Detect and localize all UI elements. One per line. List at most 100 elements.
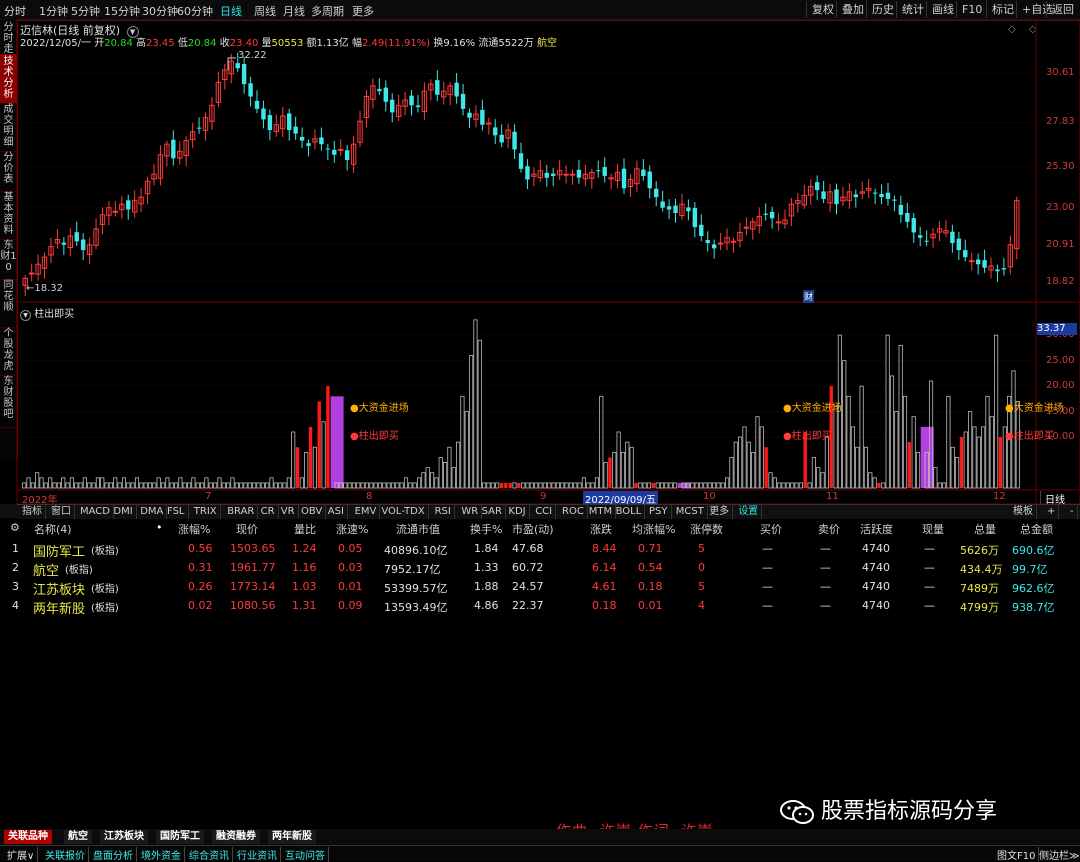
indicator-tab-窗口[interactable]: 窗口 [48,505,75,519]
indicator-tab-right-1[interactable]: + [1044,505,1060,519]
indicator-bar [547,482,552,489]
table-row[interactable]: 3 江苏板块 (板指) 0.26 1773.14 1.03 0.01 53399.57亿 1.8… [0,578,1080,598]
bottom-tab-5[interactable]: 两年新股 [268,830,316,844]
column-header[interactable]: 总金额 [1020,521,1053,537]
indicator-bar [664,482,669,489]
column-header[interactable]: 涨停数 [690,521,723,537]
indicator-bar [642,482,647,489]
column-header[interactable]: 涨幅% [178,521,210,537]
indicator-bar [586,482,591,489]
indicator-tab-boll[interactable]: BOLL [613,505,646,519]
cell-speed: 0.09 [338,599,363,612]
news-marker-text: 财 [804,293,814,303]
indicator-tab-dma[interactable]: DMA [137,505,168,519]
indicator-bar [35,472,40,489]
indicator-tab-vr[interactable]: VR [278,505,299,519]
candle [569,169,576,185]
indicator-bar [612,451,617,489]
candle [892,195,897,212]
row-name[interactable]: 两年新股 [33,598,85,617]
kline-chart[interactable] [0,0,1080,520]
indicator-tab-设置[interactable]: 设置 [735,505,763,519]
column-header[interactable]: 买价 [760,521,782,537]
column-header[interactable]: 卖价 [818,521,840,537]
column-header[interactable]: 名称(4) [34,521,72,537]
indicator-tab-fsl[interactable]: FSL [164,505,189,519]
candle [930,228,936,248]
indicator-tab-cci[interactable]: CCI [532,505,557,519]
indicator-tab-rsi[interactable]: RSI [432,505,455,519]
indicator-tab-macd[interactable]: MACD [77,505,114,519]
indicator-bar [91,482,96,489]
row-name[interactable]: 国防军工 [33,541,85,560]
indicator-bar [26,477,31,489]
table-row[interactable]: 4 两年新股 (板指) 0.02 1080.56 1.31 0.09 13593.49亿 4.8… [0,597,1080,617]
candle [112,200,119,217]
candle [795,193,801,213]
indicator-bar [282,482,287,489]
candle [537,160,544,182]
column-header[interactable]: 换手% [470,521,502,537]
news-marker[interactable]: 财 [803,290,815,303]
column-header[interactable]: 涨速% [336,521,368,537]
column-header[interactable]: 现价 [236,521,258,537]
indicator-tab-指标[interactable]: 指标 [19,505,46,519]
column-header[interactable]: 均涨幅% [632,521,675,537]
indicator-bar [785,482,790,489]
indicator-tab-trix[interactable]: TRIX [191,505,221,519]
table-row[interactable]: 2 航空 (板指) 0.31 1961.77 1.16 0.03 7952.17亿 1.33 60… [0,559,1080,579]
indicator-bar [469,355,474,489]
indicator-bar [659,482,665,489]
bottom-tab-0[interactable]: 关联品种 [4,830,52,844]
indicator-tab-kdj[interactable]: KDJ [505,505,530,519]
indicator-tab-mcst[interactable]: MCST [673,505,708,519]
indicator-bar [239,482,244,489]
candle [254,90,260,114]
column-header[interactable]: 量比 [294,521,316,537]
indicator-bar [504,482,508,488]
indicator-tab-cr[interactable]: CR [258,505,279,519]
indicator-tab-obv[interactable]: OBV [298,505,327,519]
row-name[interactable]: 航空 [33,560,59,579]
indicator-bar [625,441,630,489]
column-header[interactable]: 现量 [922,521,944,537]
indicator-bar [725,477,730,489]
indicator-tab-vol-tdx[interactable]: VOL-TDX [378,505,429,519]
indicator-tab-更多[interactable]: 更多 [706,505,734,519]
indicator-bar [117,482,122,489]
row-name[interactable]: 江苏板块 [33,579,85,598]
indicator-tab-sar[interactable]: SAR [479,505,506,519]
row-index: 1 [12,542,19,555]
indicator-tab-asi[interactable]: ASI [325,505,348,519]
table-row[interactable]: 1 国防军工 (板指) 0.56 1503.65 1.24 0.05 40896.10亿 1.8… [0,540,1080,560]
indicator-bar [482,482,487,489]
indicator-bar [720,482,725,489]
column-header[interactable]: 总量 [974,521,996,537]
indicator-tab-dmi[interactable]: DMI [110,505,137,519]
candle [357,110,363,147]
indicator-tab-psy[interactable]: PSY [646,505,672,519]
column-header[interactable]: 市盈(动) [512,521,554,537]
indicator-bar [330,396,344,488]
indicator-bar [234,482,239,489]
indicator-bar [972,426,977,489]
column-header[interactable]: 涨跌 [590,521,612,537]
column-header[interactable]: 流通市值 [396,521,440,537]
indicator-tab-right-2[interactable]: - [1067,505,1078,519]
dropdown-icon[interactable]: ▼ [20,310,31,321]
bottom-tab-3[interactable]: 国防军工 [156,830,204,844]
bottom-tab-1[interactable]: 航空 [64,830,92,844]
column-header[interactable]: 活跃度 [860,521,893,537]
bottom-tab-2[interactable]: 江苏板块 [100,830,148,844]
candle [737,222,743,248]
indicator-tab-right-0[interactable]: 模板 [1010,505,1037,519]
indicator-bar [295,447,300,488]
settings-icon[interactable]: ⚙ [10,521,20,534]
indicator-tab-emv[interactable]: EMV [352,505,381,519]
indicator-tab-roc[interactable]: ROC [559,505,588,519]
indicator-bar [438,457,443,489]
candle [660,190,665,212]
indicator-tab-brar[interactable]: BRAR [224,505,259,519]
candle [390,93,395,123]
bottom-tab-4[interactable]: 融资融券 [212,830,260,844]
